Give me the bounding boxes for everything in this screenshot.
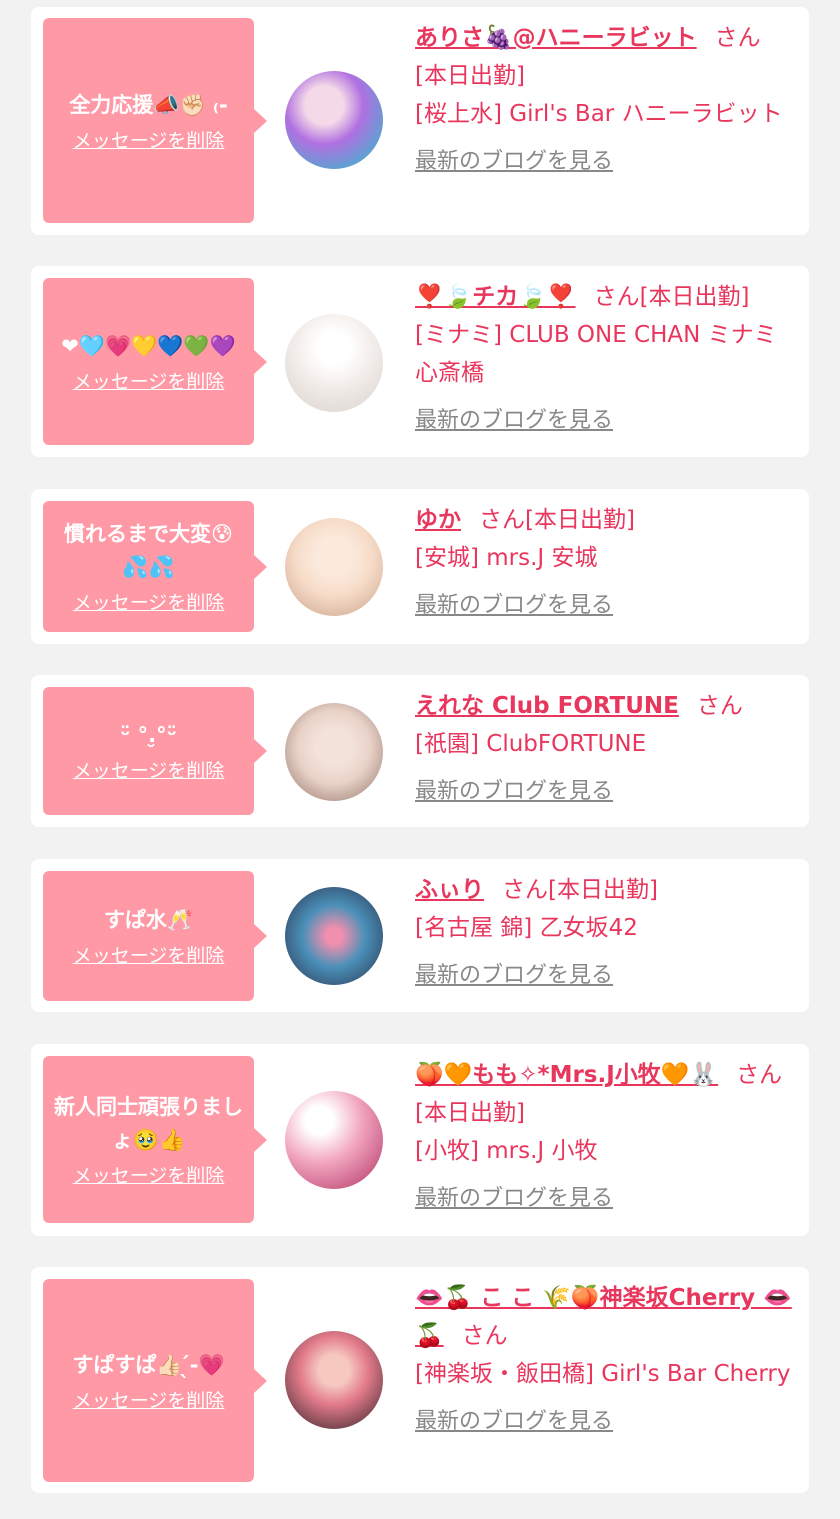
list-item: 全力応援📣✊🏻 ₍- メッセージを削除 ありさ🍇@ハニーラビット さん [本日出勤… — [31, 7, 809, 235]
list-item: すぱすぱ👍🏻 ̖́-💗 メッセージを削除 👄🍒 こ こ 🌾🍑神楽坂Cherry … — [31, 1267, 809, 1493]
list-item: ❤🩵💗💛💙💚💜 メッセージを削除 ❣️🍃チカ🍃❣️ さん[本日出勤] [ミナミ] … — [31, 266, 809, 457]
message-bubble: すぱ水🥂 メッセージを削除 — [43, 871, 267, 1001]
avatar[interactable] — [285, 1091, 383, 1189]
delete-message-link[interactable]: メッセージを削除 — [73, 1161, 225, 1188]
message-text: 新人同士頑張りましょ🥹👍 — [54, 1095, 243, 1152]
message-bubble: すぱすぱ👍🏻 ̖́-💗 メッセージを削除 — [43, 1279, 267, 1482]
shop-info: [祇園] ClubFORTUNE — [415, 731, 647, 757]
honorific: さん — [502, 877, 548, 903]
avatar[interactable] — [285, 71, 383, 169]
honorific: さん — [593, 284, 640, 310]
delete-message-link[interactable]: メッセージを削除 — [73, 756, 225, 783]
latest-blog-link[interactable]: 最新のブログを見る — [415, 1180, 613, 1218]
latest-blog-link[interactable]: 最新のブログを見る — [415, 773, 613, 811]
message-bubble: ᵕ̈ °.̮°ᵕ̈ メッセージを削除 — [43, 687, 267, 815]
delete-message-link[interactable]: メッセージを削除 — [73, 588, 225, 615]
latest-blog-link[interactable]: 最新のブログを見る — [415, 1403, 613, 1441]
latest-blog-link[interactable]: 最新のブログを見る — [415, 957, 613, 995]
avatar[interactable] — [285, 703, 383, 801]
message-bubble: ❤🩵💗💛💙💚💜 メッセージを削除 — [43, 278, 267, 445]
cast-name-link[interactable]: えれな Club FORTUNE — [415, 693, 679, 719]
list-item: 新人同士頑張りましょ🥹👍 メッセージを削除 🍑🧡もも✧*Mrs.J小牧🧡🐰 さん [… — [31, 1044, 809, 1236]
honorific: さん — [714, 25, 761, 51]
status-badge: [本日出勤] — [525, 507, 635, 533]
cast-name-link[interactable]: ❣️🍃チカ🍃❣️ — [415, 284, 576, 310]
delete-message-link[interactable]: メッセージを削除 — [73, 126, 225, 153]
shop-info: [ミナミ] CLUB ONE CHAN ミナミ 心斎橋 — [415, 322, 777, 386]
message-bubble: 慣れるまで大変😰💦💦 メッセージを削除 — [43, 501, 267, 632]
message-bubble: 新人同士頑張りましょ🥹👍 メッセージを削除 — [43, 1056, 267, 1223]
list-item: ᵕ̈ °.̮°ᵕ̈ メッセージを削除 えれな Club FORTUNE さん [祇… — [31, 675, 809, 827]
list-item: すぱ水🥂 メッセージを削除 ふぃり さん[本日出勤] [名古屋 錦] 乙女坂42 … — [31, 859, 809, 1012]
message-text: すぱ水🥂 — [103, 908, 194, 932]
shop-info: [安城] mrs.J 安城 — [415, 545, 598, 571]
message-text: ᵕ̈ °.̮°ᵕ̈ — [120, 723, 177, 747]
avatar[interactable] — [285, 518, 383, 616]
delete-message-link[interactable]: メッセージを削除 — [73, 1386, 225, 1413]
latest-blog-link[interactable]: 最新のブログを見る — [415, 143, 613, 181]
message-text: ❤🩵💗💛💙💚💜 — [61, 333, 236, 358]
shop-info: [名古屋 錦] 乙女坂42 — [415, 915, 638, 941]
honorific: さん — [696, 693, 743, 719]
list-item: 慣れるまで大変😰💦💦 メッセージを削除 ゆか さん[本日出勤] [安城] mrs.… — [31, 489, 809, 644]
latest-blog-link[interactable]: 最新のブログを見る — [415, 402, 613, 440]
delete-message-link[interactable]: メッセージを削除 — [73, 367, 225, 394]
cast-name-link[interactable]: ゆか — [415, 507, 461, 533]
shop-info: [桜上水] Girl's Bar ハニーラビット — [415, 101, 783, 127]
status-badge: [本日出勤] — [548, 877, 658, 903]
honorific: さん — [736, 1062, 783, 1088]
status-badge: [本日出勤] — [415, 1100, 525, 1126]
shop-info: [神楽坂・飯田橋] Girl's Bar Cherry — [415, 1361, 791, 1387]
message-bubble: 全力応援📣✊🏻 ₍- メッセージを削除 — [43, 18, 267, 223]
message-text: 全力応援📣✊🏻 ₍- — [69, 92, 228, 117]
status-badge: [本日出勤] — [415, 63, 525, 89]
message-text: すぱすぱ👍🏻 ̖́-💗 — [72, 1352, 225, 1377]
message-text: 慣れるまで大変😰💦💦 — [64, 522, 233, 579]
honorific: さん — [479, 507, 525, 533]
cast-name-link[interactable]: ありさ🍇@ハニーラビット — [415, 25, 697, 51]
avatar[interactable] — [285, 314, 383, 412]
shop-info: [小牧] mrs.J 小牧 — [415, 1138, 598, 1164]
cast-name-link[interactable]: ふぃり — [415, 877, 484, 903]
avatar[interactable] — [285, 887, 383, 985]
latest-blog-link[interactable]: 最新のブログを見る — [415, 587, 613, 625]
status-badge: [本日出勤] — [639, 284, 750, 310]
delete-message-link[interactable]: メッセージを削除 — [73, 941, 225, 968]
cast-name-link[interactable]: 🍑🧡もも✧*Mrs.J小牧🧡🐰 — [415, 1062, 718, 1088]
avatar[interactable] — [285, 1331, 383, 1429]
honorific: さん — [461, 1323, 508, 1349]
